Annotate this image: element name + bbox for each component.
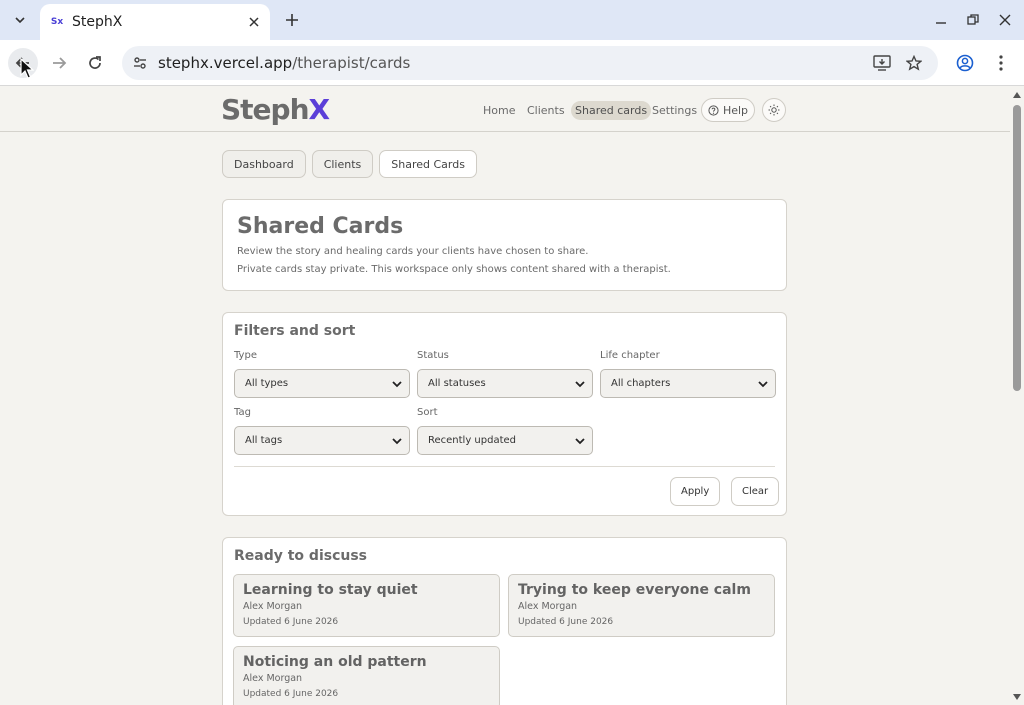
sort-label: Sort <box>417 407 438 418</box>
card-client: Alex Morgan <box>243 601 303 612</box>
card-updated: Updated 6 June 2026 <box>243 617 339 627</box>
card-title: Noticing an old pattern <box>243 654 427 670</box>
type-select-value: All types <box>245 378 289 389</box>
card-client: Alex Morgan <box>243 673 303 684</box>
type-select[interactable]: All types <box>234 369 410 398</box>
page-viewport: StephX Home Clients Shared cards Setting… <box>0 87 1024 705</box>
life-chapter-select[interactable]: All chapters <box>600 369 776 398</box>
shared-card[interactable]: Trying to keep everyone calm Alex Morgan… <box>508 574 775 637</box>
main-nav-clients-wrap: Clients <box>523 99 569 121</box>
close-tab-icon[interactable] <box>244 12 264 32</box>
site-info-icon[interactable] <box>130 53 150 73</box>
intro-panel: Shared Cards Review the story and healin… <box>222 199 787 291</box>
chevron-down-icon <box>575 438 585 445</box>
sort-select-value: Recently updated <box>428 435 517 446</box>
subnav-clients[interactable]: Clients <box>311 150 374 178</box>
scroll-down-arrow-icon[interactable] <box>1013 694 1021 700</box>
apply-button[interactable]: Apply <box>670 477 721 506</box>
address-bar[interactable]: stephx.vercel.app/therapist/cards <box>122 46 938 80</box>
nav-shared-cards[interactable]: Shared cards <box>571 100 652 120</box>
nav-settings[interactable]: Settings <box>648 101 701 120</box>
scroll-up-arrow-icon[interactable] <box>1013 92 1021 98</box>
url-host: stephx.vercel.app <box>158 54 293 72</box>
intro-description: Review the story and healing cards your … <box>237 246 589 257</box>
card-title: Trying to keep everyone calm <box>518 582 751 598</box>
new-tab-button[interactable] <box>280 8 304 32</box>
subnav-dashboard[interactable]: Dashboard <box>222 150 306 178</box>
favicon-icon: Sx <box>50 17 64 27</box>
sun-icon <box>768 104 780 116</box>
main-nav: Home <box>479 99 519 121</box>
mouse-cursor-icon <box>20 58 34 79</box>
filters-title: Filters and sort <box>234 323 356 339</box>
close-window-icon[interactable] <box>993 8 1017 32</box>
logo-accent: X <box>308 93 331 126</box>
shared-card[interactable]: Learning to stay quiet Alex Morgan Updat… <box>233 574 500 637</box>
profile-icon[interactable] <box>950 48 980 78</box>
main-nav-shared-wrap: Shared cards <box>571 99 652 121</box>
shared-card[interactable]: Noticing an old pattern Alex Morgan Upda… <box>233 646 500 705</box>
sort-select[interactable]: Recently updated <box>417 426 593 455</box>
logo-text: Steph <box>221 93 310 126</box>
reload-icon[interactable] <box>80 48 110 78</box>
url-text: stephx.vercel.app/therapist/cards <box>158 54 410 72</box>
card-updated: Updated 6 June 2026 <box>243 689 339 699</box>
browser-tab-bar: Sx StephX <box>0 0 1024 40</box>
tag-label: Tag <box>234 407 251 418</box>
restore-icon[interactable] <box>961 8 985 32</box>
browser-toolbar: stephx.vercel.app/therapist/cards <box>0 40 1024 86</box>
type-label: Type <box>234 350 257 361</box>
stephx-logo[interactable]: StephX <box>221 93 331 126</box>
nav-clients[interactable]: Clients <box>523 101 569 120</box>
status-select-value: All statuses <box>428 378 486 389</box>
help-button[interactable]: Help <box>701 98 755 122</box>
ready-to-discuss-panel: Ready to discuss Learning to stay quiet … <box>222 537 787 705</box>
tab-search-chevron-icon[interactable] <box>6 6 34 34</box>
scrollbar-thumb[interactable] <box>1013 105 1021 391</box>
life-chapter-select-value: All chapters <box>611 378 671 389</box>
status-label: Status <box>417 350 449 361</box>
help-icon <box>708 104 719 116</box>
nav-home[interactable]: Home <box>479 101 519 120</box>
tag-select[interactable]: All tags <box>234 426 410 455</box>
filters-panel: Filters and sort Type All types Status A… <box>222 312 787 516</box>
chevron-down-icon <box>758 381 768 388</box>
install-app-icon[interactable] <box>868 46 896 80</box>
minimize-icon[interactable] <box>929 8 953 32</box>
page-scrollbar[interactable] <box>1010 87 1024 705</box>
url-path: /therapist/cards <box>292 54 411 72</box>
status-select[interactable]: All statuses <box>417 369 593 398</box>
filters-divider <box>234 466 775 467</box>
site-header: StephX Home Clients Shared cards Setting… <box>0 87 1010 132</box>
chevron-down-icon <box>392 381 402 388</box>
card-updated: Updated 6 June 2026 <box>518 617 614 627</box>
chevron-down-icon <box>392 438 402 445</box>
life-chapter-label: Life chapter <box>600 350 660 361</box>
browser-tab[interactable]: Sx StephX <box>40 4 270 40</box>
tab-title: StephX <box>72 14 123 30</box>
clear-button[interactable]: Clear <box>731 477 780 506</box>
ready-to-discuss-title: Ready to discuss <box>234 548 368 564</box>
card-client: Alex Morgan <box>518 601 578 612</box>
page-title: Shared Cards <box>237 214 404 239</box>
theme-toggle-button[interactable] <box>762 98 786 122</box>
sub-navigation: Dashboard Clients Shared Cards <box>222 150 477 178</box>
tag-select-value: All tags <box>245 435 283 446</box>
main-nav-settings-wrap: Settings <box>648 99 701 121</box>
privacy-note: Private cards stay private. This workspa… <box>237 264 671 275</box>
card-title: Learning to stay quiet <box>243 582 418 598</box>
subnav-shared-cards[interactable]: Shared Cards <box>379 150 477 178</box>
help-label: Help <box>722 103 749 117</box>
forward-arrow-icon[interactable] <box>44 48 74 78</box>
bookmark-star-icon[interactable] <box>900 46 928 80</box>
chevron-down-icon <box>575 381 585 388</box>
kebab-menu-icon[interactable] <box>986 48 1016 78</box>
